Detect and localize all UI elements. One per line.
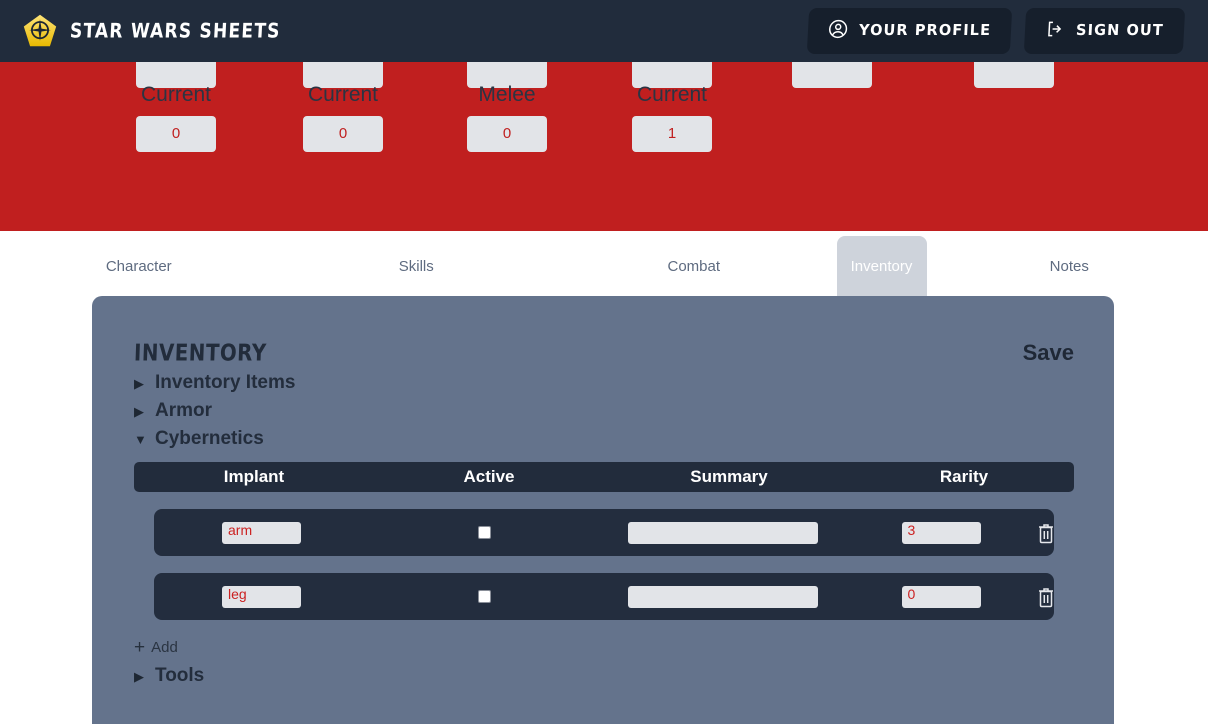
stat-label: Melee: [478, 83, 536, 106]
cybernetics-table-header: Implant Active Summary Rarity: [134, 462, 1074, 492]
trash-icon: [1036, 587, 1056, 611]
tab-inventory[interactable]: Inventory: [836, 236, 927, 296]
stat-label: Current: [140, 83, 212, 106]
stat-cell-4: Current 1: [632, 84, 712, 152]
tab-combat[interactable]: Combat: [555, 236, 833, 296]
section-label: Tools: [155, 665, 205, 686]
stat-cell-3: Melee 0: [467, 84, 547, 152]
table-row: leg 0: [154, 573, 1054, 620]
column-header-implant: Implant: [223, 467, 285, 486]
active-checkbox[interactable]: [477, 526, 491, 539]
stat-cell-1: Current 0: [136, 84, 216, 152]
user-circle-icon: [828, 19, 849, 43]
page-title: Inventory: [133, 340, 267, 367]
rarity-cell: 3: [846, 521, 1036, 544]
pentagon-compass-logo-icon: [22, 13, 58, 49]
section-label: Armor: [155, 400, 213, 421]
section-armor[interactable]: ▶ Armor: [134, 400, 1074, 422]
rarity-cell: 0: [846, 585, 1036, 608]
your-profile-label: Your Profile: [858, 22, 992, 40]
rarity-input[interactable]: 3: [901, 521, 981, 544]
stat-label: Current: [307, 83, 379, 106]
implant-cell: arm: [154, 521, 369, 544]
tab-bar: Character Skills Combat Inventory Notes: [0, 231, 1208, 296]
stats-panel: Current 0 Current 0 Melee 0 Current 1 Sa…: [0, 62, 1208, 231]
clipped-stat-input-6[interactable]: [974, 62, 1054, 88]
active-checkbox[interactable]: [477, 590, 491, 603]
column-header-summary: Summary: [690, 467, 768, 486]
stat-value-input[interactable]: 0: [467, 116, 547, 152]
column-header-active: Active: [463, 467, 515, 486]
section-label: Cybernetics: [155, 428, 264, 449]
app-header: Star Wars Sheets Your Profile Sign: [0, 0, 1208, 62]
table-row: arm 3: [154, 509, 1054, 556]
summary-cell: [599, 521, 846, 544]
delete-cell: [1036, 586, 1056, 608]
sign-out-label: Sign Out: [1075, 22, 1165, 40]
your-profile-button[interactable]: Your Profile: [807, 8, 1013, 54]
implant-input[interactable]: arm: [222, 521, 301, 544]
stat-cell-2: Current 0: [303, 84, 383, 152]
brand[interactable]: Star Wars Sheets: [22, 13, 281, 49]
header-actions: Your Profile Sign Out: [807, 8, 1186, 54]
summary-input[interactable]: [627, 585, 818, 608]
stat-value-input[interactable]: 0: [136, 116, 216, 152]
chevron-right-icon[interactable]: ▶: [134, 670, 146, 683]
trash-icon: [1036, 523, 1056, 547]
rarity-input[interactable]: 0: [901, 585, 981, 608]
inventory-panel: Inventory Save ▶ Inventory Items ▶ Armor…: [92, 296, 1114, 724]
implant-input[interactable]: leg: [222, 585, 301, 608]
logout-arrow-icon: [1045, 19, 1066, 43]
section-label: Inventory Items: [155, 372, 296, 393]
chevron-down-icon[interactable]: ▼: [134, 433, 147, 446]
summary-cell: [599, 585, 846, 608]
tab-notes[interactable]: Notes: [931, 236, 1208, 296]
section-tools[interactable]: ▶ Tools: [134, 665, 1074, 687]
brand-name: Star Wars Sheets: [69, 19, 282, 43]
delete-cell: [1036, 522, 1056, 544]
sign-out-button[interactable]: Sign Out: [1024, 8, 1186, 54]
tab-skills[interactable]: Skills: [278, 236, 556, 296]
chevron-right-icon[interactable]: ▶: [134, 377, 146, 390]
active-cell: [369, 590, 599, 603]
add-label: Add: [151, 639, 178, 656]
section-inventory-items[interactable]: ▶ Inventory Items: [134, 372, 1074, 394]
implant-cell: leg: [154, 585, 369, 608]
chevron-right-icon[interactable]: ▶: [134, 405, 146, 418]
delete-row-button[interactable]: [1036, 522, 1056, 544]
stat-label: Current: [636, 83, 708, 106]
column-header-rarity: Rarity: [939, 467, 989, 486]
active-cell: [369, 526, 599, 539]
add-row-button[interactable]: + Add: [134, 638, 198, 657]
plus-icon: +: [134, 637, 146, 658]
stat-value-input[interactable]: 1: [632, 116, 712, 152]
inventory-save-button[interactable]: Save: [1023, 340, 1074, 366]
stat-value-input[interactable]: 0: [303, 116, 383, 152]
summary-input[interactable]: [627, 521, 818, 544]
tab-character[interactable]: Character: [0, 236, 278, 296]
clipped-stat-input-5[interactable]: [792, 62, 872, 88]
delete-row-button[interactable]: [1036, 586, 1056, 608]
section-cybernetics[interactable]: ▼ Cybernetics: [134, 428, 1074, 450]
inventory-panel-header: Inventory Save: [133, 340, 1074, 367]
